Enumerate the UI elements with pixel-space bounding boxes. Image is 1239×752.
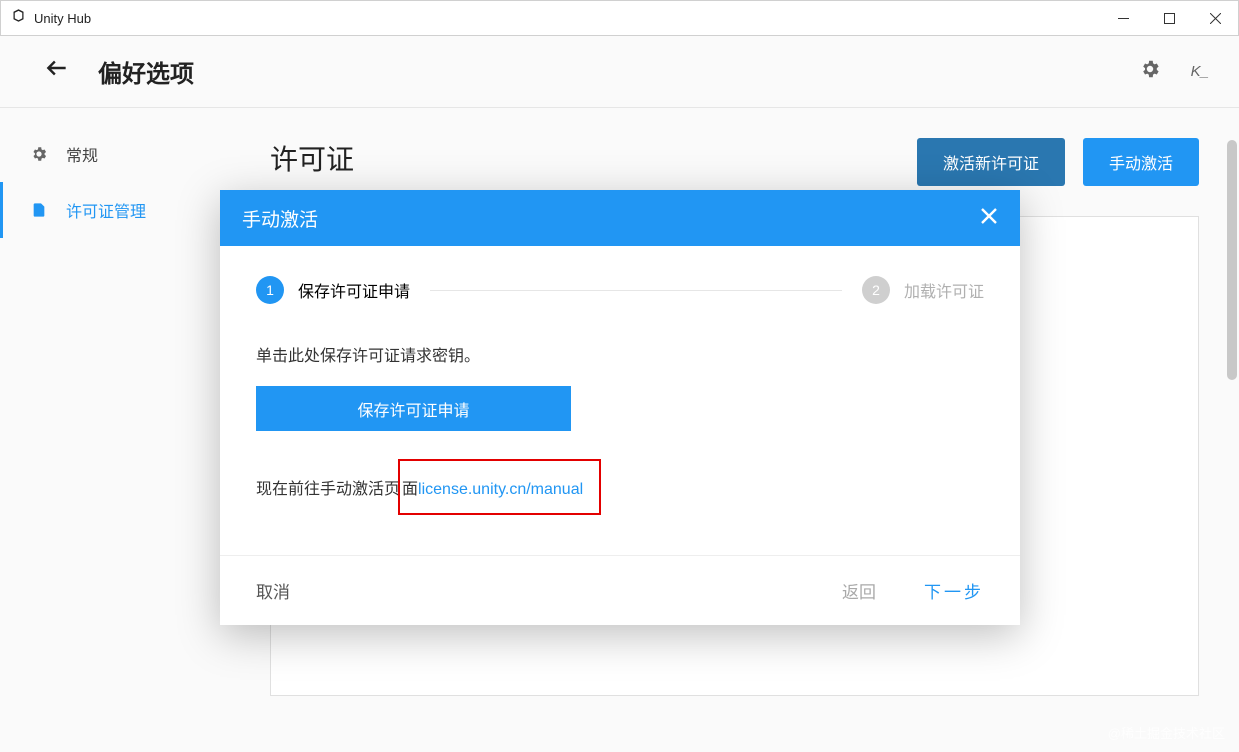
modal-title: 手动激活: [242, 205, 318, 232]
close-button[interactable]: [1192, 1, 1238, 35]
cancel-button[interactable]: 取消: [256, 578, 290, 603]
unity-logo-icon: [11, 8, 26, 28]
instruction-text: 单击此处保存许可证请求密钥。: [256, 342, 984, 366]
window-title: Unity Hub: [34, 11, 91, 26]
goto-prefix: 现在前往手动激活页: [256, 475, 400, 499]
step-1-label: 保存许可证申请: [298, 278, 410, 302]
step-2: 2 加载许可证: [862, 276, 984, 304]
manual-activation-modal: 手动激活 1 保存许可证申请 2 加载许可证 单击此处保存许可证请求密钥。 保存…: [220, 190, 1020, 625]
footer-right: 返回 下一步: [842, 578, 984, 603]
minimize-button[interactable]: [1100, 1, 1146, 35]
back-button[interactable]: 返回: [842, 578, 876, 603]
modal-header: 手动激活: [220, 190, 1020, 246]
modal-footer: 取消 返回 下一步: [220, 555, 1020, 625]
next-button[interactable]: 下一步: [924, 578, 984, 603]
window-titlebar: Unity Hub: [0, 0, 1239, 36]
step-1-badge: 1: [256, 276, 284, 304]
goto-boxed-cn: 面: [402, 475, 418, 499]
save-license-request-button[interactable]: 保存许可证申请: [256, 386, 571, 431]
stepper: 1 保存许可证申请 2 加载许可证: [256, 276, 984, 304]
window-controls: [1100, 1, 1238, 35]
goto-line: 现在前往手动激活页 面 license.unity.cn/manual: [256, 459, 984, 515]
titlebar-left: Unity Hub: [11, 8, 91, 28]
manual-license-link[interactable]: license.unity.cn/manual: [418, 481, 583, 499]
step-2-badge: 2: [862, 276, 890, 304]
maximize-button[interactable]: [1146, 1, 1192, 35]
highlight-box: 面 license.unity.cn/manual: [398, 459, 601, 515]
close-icon[interactable]: [980, 204, 998, 232]
step-line: [430, 290, 842, 291]
step-2-label: 加载许可证: [904, 278, 984, 302]
modal-body: 1 保存许可证申请 2 加载许可证 单击此处保存许可证请求密钥。 保存许可证申请…: [220, 246, 1020, 555]
step-1: 1 保存许可证申请: [256, 276, 410, 304]
